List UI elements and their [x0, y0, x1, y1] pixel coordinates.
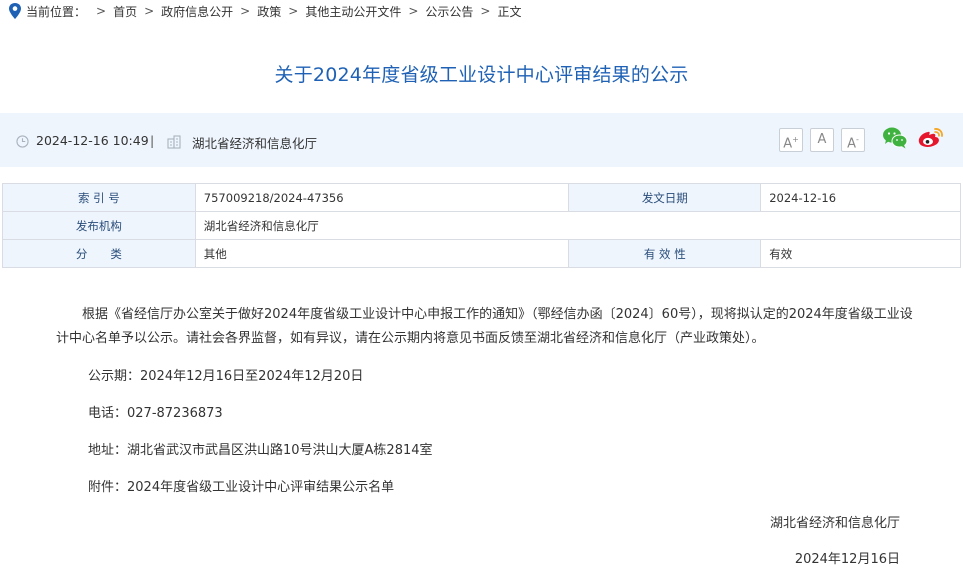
breadcrumb-current: 正文	[497, 4, 522, 19]
notice-period: 公示期：2024年12月16日至2024年12月20日	[88, 369, 364, 384]
location-pin-icon	[9, 3, 21, 19]
breadcrumb-separator: >	[288, 4, 299, 18]
issue-date-label: 发文日期	[568, 183, 762, 212]
breadcrumb-separator: >	[144, 4, 155, 18]
signature: 湖北省经济和信息化厅	[769, 516, 900, 531]
index-number-value: 757009218/2024-47356	[194, 183, 570, 212]
attachment-label: 附件：	[88, 480, 128, 495]
clock-icon	[16, 135, 29, 148]
page-title: 关于2024年度省级工业设计中心评审结果的公示	[274, 64, 689, 86]
breadcrumb-policy[interactable]: 政策	[257, 3, 281, 20]
wechat-share-icon[interactable]	[882, 126, 908, 150]
divider: |	[150, 133, 155, 148]
article-info-bar: 2024-12-16 10:49 | 湖北省经济和信息化厅 A+ A A-	[0, 113, 963, 167]
breadcrumb-separator: >	[408, 4, 419, 18]
validity-label: 有 效 性	[568, 239, 762, 268]
breadcrumb-other-docs[interactable]: 其他主动公开文件	[305, 3, 401, 20]
breadcrumb: 当前位置： > 首页 > 政府信息公开 > 政策 > 其他主动公开文件 > 公示…	[8, 2, 521, 20]
table-row: 索 引 号 757009218/2024-47356 发文日期 2024-12-…	[2, 183, 961, 212]
breadcrumb-separator: >	[96, 4, 107, 18]
breadcrumb-label: 当前位置：	[26, 4, 87, 19]
validity-value: 有效	[760, 239, 961, 268]
document-metadata-table: 索 引 号 757009218/2024-47356 发文日期 2024-12-…	[2, 183, 962, 268]
publish-datetime: 2024-12-16 10:49	[36, 133, 149, 148]
organization-icon	[167, 135, 181, 149]
font-size-medium-button[interactable]: A	[810, 128, 834, 152]
category-label: 分 类	[2, 239, 196, 268]
font-size-small-button[interactable]: A-	[841, 128, 865, 152]
weibo-share-icon[interactable]	[917, 126, 945, 150]
issue-date-value: 2024-12-16	[760, 183, 961, 212]
publisher: 湖北省经济和信息化厅	[192, 136, 318, 151]
font-size-large-button[interactable]: A+	[779, 128, 803, 152]
breadcrumb-home[interactable]: 首页	[113, 3, 137, 20]
body-paragraph: 根据《省经信厅办公室关于做好2024年度省级工业设计中心申报工作的通知》（鄂经信…	[56, 307, 913, 346]
signature-date: 2024年12月16日	[794, 552, 900, 567]
attachment-link[interactable]: 2024年度省级工业设计中心评审结果公示名单	[127, 480, 394, 495]
breadcrumb-separator: >	[240, 4, 251, 18]
issuing-org-label: 发布机构	[2, 211, 196, 240]
breadcrumb-gov-info[interactable]: 政府信息公开	[161, 3, 233, 20]
contact-phone: 电话：027-87236873	[88, 406, 223, 421]
table-row: 分 类 其他 有 效 性 有效	[2, 239, 961, 268]
index-number-label: 索 引 号	[2, 183, 196, 212]
breadcrumb-separator: >	[480, 4, 491, 18]
attachment: 附件：2024年度省级工业设计中心评审结果公示名单	[88, 476, 394, 495]
category-value: 其他	[194, 239, 570, 268]
issuing-org-value: 湖北省经济和信息化厅	[194, 211, 962, 240]
contact-address: 地址：湖北省武汉市武昌区洪山路10号洪山大厦A栋2814室	[88, 443, 433, 458]
breadcrumb-announcements[interactable]: 公示公告	[425, 3, 473, 20]
table-row: 发布机构 湖北省经济和信息化厅	[2, 211, 962, 240]
